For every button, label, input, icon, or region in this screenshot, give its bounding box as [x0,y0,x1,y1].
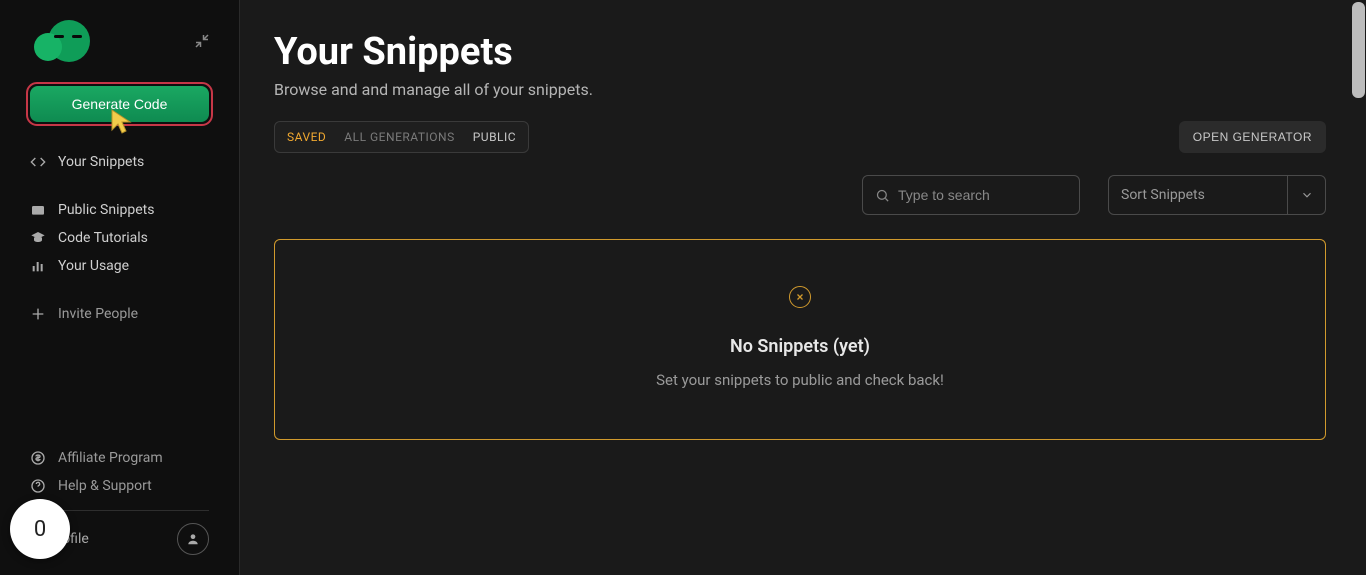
empty-state-panel: No Snippets (yet) Set your snippets to p… [274,239,1326,440]
main-content: Your Snippets Browse and and manage all … [240,0,1366,575]
sidebar-item-label: Your Snippets [58,154,144,170]
close-circle-icon [789,286,811,308]
sidebar-item-label: Affiliate Program [58,450,163,466]
sidebar-item-label: Help & Support [58,478,152,494]
code-icon [30,154,46,170]
sidebar-item-your-snippets[interactable]: Your Snippets [30,148,209,176]
sidebar-item-help[interactable]: Help & Support [30,472,209,500]
empty-title: No Snippets (yet) [295,336,1305,357]
collapse-sidebar-icon[interactable] [193,32,211,50]
folder-icon [30,202,46,218]
sidebar-item-label: Invite People [58,306,138,322]
sidebar-item-public-snippets[interactable]: Public Snippets [30,196,209,224]
sidebar-item-invite-people[interactable]: Invite People [30,300,209,328]
sidebar-item-your-usage[interactable]: Your Usage [30,252,209,280]
dollar-icon [30,450,46,466]
tabs: SAVED ALL GENERATIONS PUBLIC [274,121,529,153]
page-subtitle: Browse and and manage all of your snippe… [274,80,1326,99]
sort-dropdown[interactable]: Sort Snippets [1108,175,1326,215]
tab-saved[interactable]: SAVED [287,130,326,144]
sidebar-header [0,20,239,82]
generate-code-button[interactable]: Generate Code [30,86,209,122]
search-input[interactable] [898,187,1067,203]
logo [28,20,90,62]
graduation-cap-icon [30,230,46,246]
sidebar-item-code-tutorials[interactable]: Code Tutorials [30,224,209,252]
avatar-button[interactable] [177,523,209,555]
sort-label: Sort Snippets [1109,187,1217,203]
chevron-down-icon[interactable] [1287,176,1325,214]
notification-badge[interactable]: 0 [10,499,70,559]
plus-icon [30,306,46,322]
toolbar: SAVED ALL GENERATIONS PUBLIC OPEN GENERA… [274,121,1326,153]
scrollbar[interactable] [1352,2,1365,98]
sidebar-item-label: Code Tutorials [58,230,148,246]
sidebar-item-affiliate[interactable]: Affiliate Program [30,444,209,472]
sidebar-item-label: Your Usage [58,258,129,274]
controls: Sort Snippets [274,175,1326,215]
page-title: Your Snippets [274,30,1326,74]
tab-all-generations[interactable]: ALL GENERATIONS [344,130,454,144]
sidebar: Generate Code Your Snippets Public Snipp [0,0,240,575]
generate-code-highlight: Generate Code [26,82,213,126]
open-generator-button[interactable]: OPEN GENERATOR [1179,121,1326,153]
sidebar-item-label: Public Snippets [58,202,154,218]
question-icon [30,478,46,494]
search-box[interactable] [862,175,1080,215]
user-icon [186,532,200,546]
empty-subtitle: Set your snippets to public and check ba… [295,371,1305,389]
tab-public[interactable]: PUBLIC [473,130,516,144]
chart-bar-icon [30,258,46,274]
search-icon [875,188,890,203]
